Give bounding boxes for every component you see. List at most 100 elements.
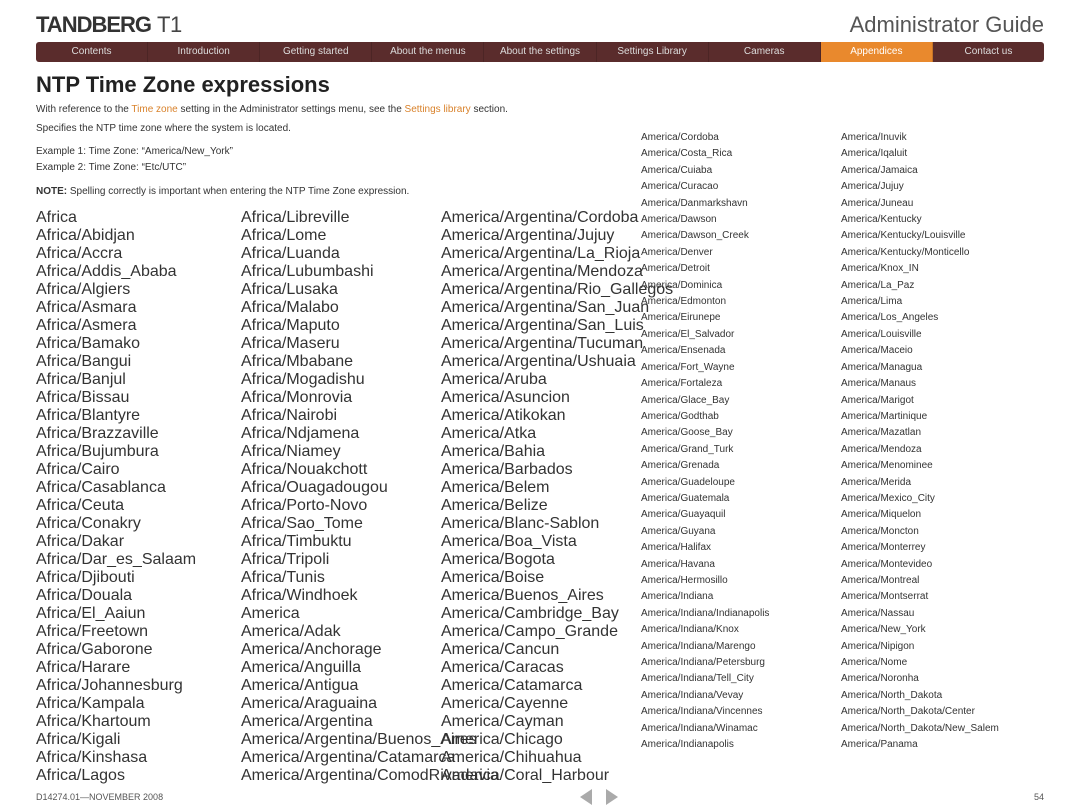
tz-entry: America/Fort_Wayne [641,360,841,376]
tz-entry: America/New_York [841,622,1041,638]
tz-entry: America/Kentucky/Louisville [841,228,1041,244]
tz-entry: America/Cayman [441,713,641,731]
tz-entry: America/Argentina/Mendoza [441,263,641,281]
tz-entry: Africa/Lubumbashi [241,263,441,281]
nav-about-the-settings[interactable]: About the settings [484,42,596,62]
tz-entry: America/Fortaleza [641,376,841,392]
tz-entry: Africa/Asmera [36,317,236,335]
tz-entry: Africa/Malabo [241,299,441,317]
tz-entry: America/North_Dakota [841,688,1041,704]
tz-entry: America/Cuiaba [641,163,841,179]
tz-entry: Africa/Bangui [36,353,236,371]
tz-entry: America/Anguilla [241,659,441,677]
tz-entry: America/Cordoba [641,130,841,146]
tz-entry: America/Cayenne [441,695,641,713]
tz-entry: America/Inuvik [841,130,1041,146]
nav-cameras[interactable]: Cameras [709,42,821,62]
nav-contents[interactable]: Contents [36,42,148,62]
tz-entry: America/El_Salvador [641,327,841,343]
tz-entry: America/Anchorage [241,641,441,659]
tz-entry: America/Coral_Harbour [441,767,641,785]
tz-entry: Africa/Abidjan [36,227,236,245]
tz-entry: Africa/Asmara [36,299,236,317]
tz-entry: America/Knox_IN [841,261,1041,277]
tz-entry: Africa/Dar_es_Salaam [36,551,236,569]
tz-entry: Africa/Ndjamena [241,425,441,443]
tz-entry: America/Argentina/La_Rioja [441,245,641,263]
nav-appendices[interactable]: Appendices [821,42,933,62]
tz-entry: America/Jamaica [841,163,1041,179]
tz-entry: Africa/Maseru [241,335,441,353]
tz-col-1: AfricaAfrica/AbidjanAfrica/Accra Africa/A… [36,209,236,785]
tz-entry: America/Argentina/Tucuman [441,335,641,353]
doc-title: Administrator Guide [850,12,1044,38]
nav-settings-library[interactable]: Settings Library [597,42,709,62]
tz-entry: America/Indiana/Indianapolis [641,606,841,622]
tz-entry: America/Managua [841,360,1041,376]
tz-entry: America/Argentina/Catamarca [241,749,441,767]
tz-col-2: Africa/LibrevilleAfrica/LomeAfrica/Luand… [241,209,441,785]
tz-entry: America/Bahia [441,443,641,461]
tz-entry: America/Noronha [841,671,1041,687]
tz-entry: America/Indianapolis [641,737,841,753]
next-page-icon[interactable] [606,789,618,805]
tz-entry: America/Iqaluit [841,146,1041,162]
tz-entry: Africa/Casablanca [36,479,236,497]
tz-entry: Africa/Djibouti [36,569,236,587]
tz-entry: America/Mexico_City [841,491,1041,507]
tz-entry: America/Guatemala [641,491,841,507]
link-timezone[interactable]: Time zone [131,104,177,115]
tz-entry: America/Atikokan [441,407,641,425]
nav-introduction[interactable]: Introduction [148,42,260,62]
nav-about-the-menus[interactable]: About the menus [372,42,484,62]
tz-entry: America/Nipigon [841,639,1041,655]
footer: D14274.01—NOVEMBER 2008 54 [36,789,1044,805]
tz-entry: Africa/Harare [36,659,236,677]
tz-entry: Africa [36,209,236,227]
tz-entry: Africa/Bamako [36,335,236,353]
tz-entry: America/Godthab [641,409,841,425]
tz-entry: Africa/Gaborone [36,641,236,659]
tz-entry: Africa/Libreville [241,209,441,227]
tz-entry: America/La_Paz [841,278,1041,294]
tz-entry: America/Edmonton [641,294,841,310]
link-settingslib[interactable]: Settings library [405,104,471,115]
tz-entry: Africa/Lagos [36,767,236,785]
nav-getting-started[interactable]: Getting started [260,42,372,62]
tz-entry: Africa/Kinshasa [36,749,236,767]
tz-entry: Africa/Accra [36,245,236,263]
tz-entry: America/Barbados [441,461,641,479]
tz-entry: Africa/Johannesburg [36,677,236,695]
tz-entry: America/Montserrat [841,589,1041,605]
tz-entry: America/Halifax [641,540,841,556]
tz-entry: Africa/Lome [241,227,441,245]
tz-entry: Africa/Ouagadougou [241,479,441,497]
tz-entry: America/Indiana/Vincennes [641,704,841,720]
tz-entry: America/Argentina/San_Luis [441,317,641,335]
tz-entry: America/Chicago [441,731,641,749]
tz-entry: Africa/Mbabane [241,353,441,371]
tz-entry: America/Atka [441,425,641,443]
header: TANDBERGT1 Administrator Guide [0,0,1080,42]
tz-entry: America/Argentina/Cordoba [441,209,641,227]
tz-entry: Africa/Tunis [241,569,441,587]
intro-line1: With reference to the Time zone setting … [36,102,1044,117]
tz-entry: America/Indiana/Knox [641,622,841,638]
nav-contact-us[interactable]: Contact us [933,42,1044,62]
tz-col-4: America/CordobaAmerica/Costa_RicaAmerica… [641,130,841,753]
tz-entry: America/Grenada [641,458,841,474]
prev-page-icon[interactable] [580,789,592,805]
tz-col-3: America/Argentina/CordobaAmerica/Argenti… [441,209,641,785]
tz-entry: Africa/Nouakchott [241,461,441,479]
tz-entry: Africa/Kigali [36,731,236,749]
tz-entry: Africa/Mogadishu [241,371,441,389]
tz-entry: America/Argentina/Buenos_Aires [241,731,441,749]
tz-entry: America/Araguaina [241,695,441,713]
tz-entry: America/Chihuahua [441,749,641,767]
brand-model: T1 [157,12,182,37]
intro-post: section. [471,104,508,115]
tz-entry: America/Guyana [641,524,841,540]
tz-entry: America/Argentina/Jujuy [441,227,641,245]
tz-entry: Africa/Kampala [36,695,236,713]
tz-entry: America/Caracas [441,659,641,677]
